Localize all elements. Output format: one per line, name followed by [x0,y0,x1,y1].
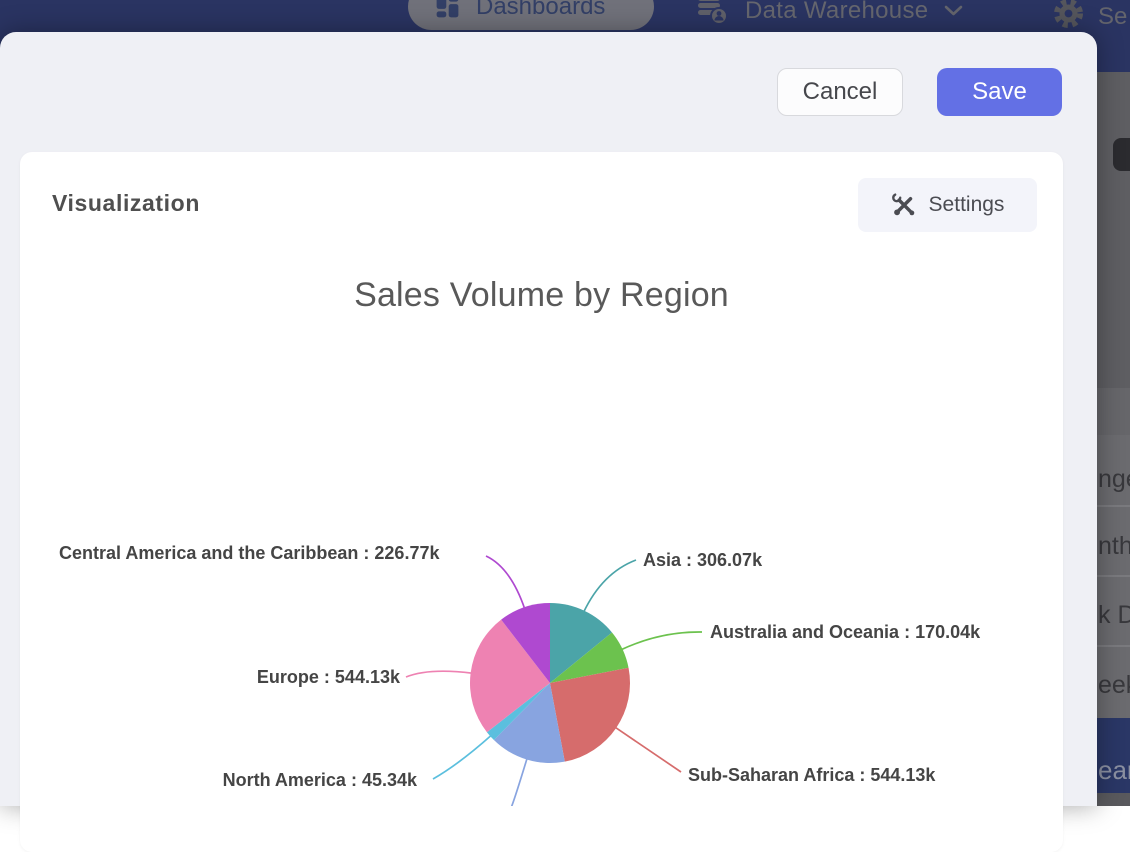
tab-dashboards-label: Dashboards [476,0,605,21]
save-button-label: Save [972,78,1027,106]
chart-settings-button[interactable]: Settings [858,178,1037,232]
dropdown-item-fragment: ear [1098,755,1130,786]
database-user-icon [695,0,729,26]
save-button[interactable]: Save [937,68,1062,116]
nav-settings-label-fragment: Se [1098,3,1127,31]
cancel-button-label: Cancel [803,78,878,106]
tab-dashboards[interactable]: Dashboards [408,0,654,30]
tools-icon [891,192,917,218]
visualization-card: Visualization Settings Sales Volume by R… [20,152,1063,852]
cancel-button[interactable]: Cancel [777,68,903,116]
divider [1097,505,1130,507]
chevron-down-icon [944,5,963,17]
dropdown-item-selected[interactable]: ear [1097,718,1130,793]
divider [1097,645,1130,647]
section-title: Visualization [52,190,200,217]
nav-data-warehouse-label: Data Warehouse [745,0,928,25]
dropdown-item-fragment[interactable]: nge [1098,465,1130,494]
nav-data-warehouse[interactable]: Data Warehouse [695,0,963,31]
chart-settings-button-label: Settings [929,193,1005,217]
dashboard-icon [433,0,462,21]
divider [1097,575,1130,577]
nav-settings[interactable] [1053,0,1084,34]
dropdown-item-fragment[interactable]: k D [1098,601,1130,630]
visualization-modal: Cancel Save Visualization Settings Sales… [0,32,1097,806]
chart-title: Sales Volume by Region [20,276,1063,315]
side-panel-button[interactable] [1113,138,1130,171]
dropdown-item-fragment[interactable]: nth [1098,532,1130,561]
gear-icon [1053,0,1084,29]
dropdown-item-fragment[interactable]: eek [1098,671,1130,700]
